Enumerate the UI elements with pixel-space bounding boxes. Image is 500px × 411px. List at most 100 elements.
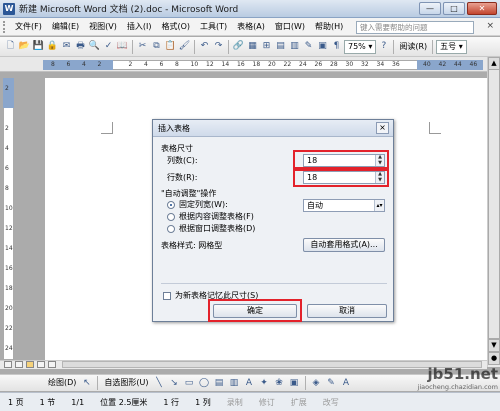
menu-insert[interactable]: 插入(I) xyxy=(122,18,157,36)
vruler-tick-label: 20 xyxy=(5,305,13,312)
paste-icon[interactable]: 📋 xyxy=(164,40,177,53)
fixed-width-select[interactable]: 自动 ▴▾ xyxy=(303,199,385,212)
email-icon[interactable]: ✉ xyxy=(60,40,73,53)
title-bar: W 新建 Microsoft Word 文档 (2).doc - Microso… xyxy=(0,0,500,18)
diagram-icon[interactable]: ✦ xyxy=(258,377,271,390)
reading-mode-button[interactable]: 阅读(R) xyxy=(397,40,429,54)
copy-icon[interactable]: ⧉ xyxy=(150,40,163,53)
maximize-button[interactable]: □ xyxy=(443,2,465,15)
table-style-label: 表格样式: 网格型 xyxy=(161,241,223,250)
ruler-tick-label: 6 xyxy=(66,61,71,68)
ruler-tick-label: 8 xyxy=(175,61,179,68)
drawing-icon[interactable]: ✎ xyxy=(302,40,315,53)
ruler-tick-label: 18 xyxy=(252,61,261,68)
cut-icon[interactable]: ✂ xyxy=(136,40,149,53)
status-line: 1 行 xyxy=(163,397,180,407)
help-search-input[interactable]: 键入需要帮助的问题 xyxy=(356,21,474,34)
menu-table[interactable]: 表格(A) xyxy=(232,18,270,36)
remember-size-checkbox[interactable] xyxy=(163,292,171,300)
normal-view-icon[interactable] xyxy=(4,361,12,368)
line-color-icon[interactable]: ✎ xyxy=(325,377,338,390)
dialog-divider xyxy=(161,283,387,284)
ruler-tick-label: 46 xyxy=(469,61,478,68)
menu-file[interactable]: 文件(F) xyxy=(10,18,47,36)
redo-icon[interactable]: ↷ xyxy=(212,40,225,53)
menu-window[interactable]: 窗口(W) xyxy=(270,18,310,36)
fixed-width-radio[interactable] xyxy=(167,201,175,209)
status-pages: 1/1 xyxy=(71,397,85,407)
print-icon[interactable]: 🖶 xyxy=(74,40,87,53)
columns-icon[interactable]: ▥ xyxy=(288,40,301,53)
ruler-tick-label: 12 xyxy=(206,61,214,68)
format-painter-icon[interactable]: 🖌 xyxy=(178,40,191,53)
menu-edit[interactable]: 编辑(E) xyxy=(47,18,84,36)
save-icon[interactable]: 💾 xyxy=(32,40,45,53)
scroll-thumb[interactable] xyxy=(488,69,500,339)
table-size-group-label: 表格尺寸 xyxy=(161,144,193,153)
status-trk[interactable]: 修订 xyxy=(251,393,283,411)
outline-view-icon[interactable] xyxy=(37,361,45,368)
picture-icon[interactable]: ▣ xyxy=(288,377,301,390)
fit-content-radio[interactable] xyxy=(167,213,175,221)
rectangle-icon[interactable]: ▭ xyxy=(183,377,196,390)
autoformat-button[interactable]: 自动套用格式(A)... xyxy=(303,238,385,252)
word-app-icon[interactable]: W xyxy=(3,2,15,15)
line-icon[interactable]: ╲ xyxy=(153,377,166,390)
status-rec[interactable]: 录制 xyxy=(219,393,251,411)
select-objects-icon[interactable]: ↖ xyxy=(80,377,93,390)
spelling-icon[interactable]: ✓ xyxy=(102,40,115,53)
status-ext[interactable]: 扩展 xyxy=(283,393,315,411)
fixed-width-label: 固定列宽(W): xyxy=(179,200,228,209)
scroll-down-icon[interactable]: ▼ xyxy=(488,339,500,352)
show-hide-icon[interactable]: ¶ xyxy=(330,40,343,53)
vertical-text-box-icon[interactable]: ▥ xyxy=(228,377,241,390)
menu-grip-icon[interactable] xyxy=(3,20,7,33)
fixed-width-spin-icon[interactable]: ▴▾ xyxy=(374,200,384,211)
horizontal-scroll-thumb[interactable] xyxy=(62,361,482,368)
menu-format[interactable]: 格式(O) xyxy=(156,18,195,36)
minimize-button[interactable]: — xyxy=(419,2,441,15)
menu-view[interactable]: 视图(V) xyxy=(84,18,122,36)
document-map-icon[interactable]: ▣ xyxy=(316,40,329,53)
font-color-icon[interactable]: A xyxy=(340,377,353,390)
browse-object-icon[interactable]: ● xyxy=(488,352,500,365)
zoom-select[interactable]: 75% ▾ xyxy=(344,39,377,54)
fill-color-icon[interactable]: ◈ xyxy=(310,377,323,390)
close-button[interactable]: ✕ xyxy=(467,2,497,15)
oval-icon[interactable]: ◯ xyxy=(198,377,211,390)
menu-help[interactable]: 帮助(H) xyxy=(310,18,348,36)
menu-tools[interactable]: 工具(T) xyxy=(195,18,232,36)
print-layout-view-icon[interactable] xyxy=(26,361,34,368)
new-document-icon[interactable]: 🗋 xyxy=(4,40,17,53)
web-layout-view-icon[interactable] xyxy=(15,361,23,368)
undo-icon[interactable]: ↶ xyxy=(198,40,211,53)
permission-icon[interactable]: 🔒 xyxy=(46,40,59,53)
open-icon[interactable]: 📂 xyxy=(18,40,31,53)
insert-table-icon[interactable]: ⊞ xyxy=(260,40,273,53)
toolbar-separator xyxy=(393,39,395,54)
text-box-icon[interactable]: ▤ xyxy=(213,377,226,390)
draw-menu-button[interactable]: 绘图(D) xyxy=(46,376,78,390)
autoshapes-menu-button[interactable]: 自选图形(U) xyxy=(102,376,150,390)
wordart-icon[interactable]: A xyxy=(243,377,256,390)
hyperlink-icon[interactable]: 🔗 xyxy=(232,40,245,53)
status-ovr[interactable]: 改写 xyxy=(315,393,347,411)
ruler-tick-label: 28 xyxy=(330,61,338,68)
vruler-tick-label: 8 xyxy=(5,185,9,192)
research-icon[interactable]: 📖 xyxy=(116,40,129,53)
reading-layout-view-icon[interactable] xyxy=(48,361,56,368)
arrow-icon[interactable]: ↘ xyxy=(168,377,181,390)
insert-excel-icon[interactable]: ▤ xyxy=(274,40,287,53)
cancel-button[interactable]: 取消 xyxy=(307,304,387,318)
help-icon[interactable]: ? xyxy=(377,40,390,53)
document-close-icon[interactable]: × xyxy=(486,21,494,31)
vertical-scrollbar[interactable]: ▲ ▼ ● xyxy=(487,57,500,367)
tables-borders-icon[interactable]: ▦ xyxy=(246,40,259,53)
ruler-tick-label: 2 xyxy=(128,61,133,68)
fit-window-radio[interactable] xyxy=(167,225,175,233)
clip-art-icon[interactable]: ❀ xyxy=(273,377,286,390)
font-size-select[interactable]: 五号 ▾ xyxy=(436,39,467,54)
toolbar-separator xyxy=(194,39,195,54)
print-preview-icon[interactable]: 🔍 xyxy=(88,40,101,53)
dialog-close-button[interactable]: × xyxy=(376,122,389,134)
